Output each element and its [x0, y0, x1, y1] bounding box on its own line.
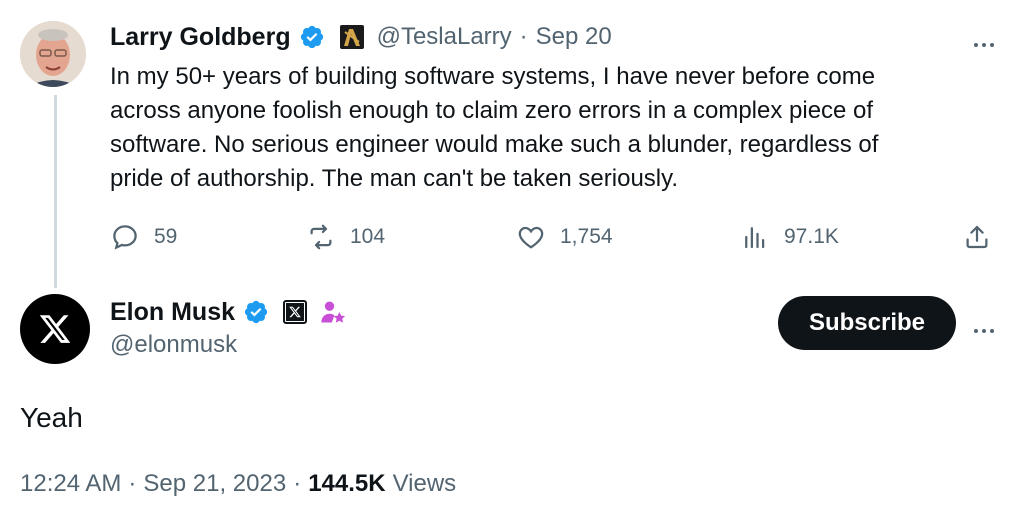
x-badge-icon[interactable] [283, 300, 308, 324]
tweet-header: Larry Goldberg @TeslaLarry · Sep 20 [110, 20, 612, 54]
author-name[interactable]: Elon Musk [110, 298, 235, 327]
avatar[interactable] [20, 294, 90, 364]
avatar-photo [20, 21, 86, 87]
avatar[interactable] [20, 21, 86, 87]
author-handle[interactable]: @elonmusk [110, 331, 237, 359]
verified-icon [244, 300, 268, 324]
views-count[interactable]: 144.5K [308, 470, 385, 498]
like-count: 1,754 [560, 225, 613, 248]
reply-count: 59 [154, 225, 178, 248]
tweet-text-line: software. No serious engineer would make… [110, 131, 879, 158]
retweet-count: 104 [350, 225, 386, 248]
author-name[interactable]: Larry Goldberg [110, 23, 291, 52]
tweet-date[interactable]: Sep 20 [536, 23, 612, 51]
views-button[interactable]: 97.1K [740, 222, 839, 252]
x-logo-icon [39, 315, 71, 343]
reply-icon [113, 225, 137, 250]
more-icon[interactable] [972, 320, 996, 338]
tweet-header: Elon Musk [110, 295, 347, 329]
retweet-icon [310, 224, 332, 250]
retweet-button[interactable]: 104 [306, 222, 385, 252]
more-icon[interactable] [972, 34, 996, 52]
share-button[interactable] [962, 222, 992, 257]
tweet-text: Yeah [20, 402, 83, 433]
separator: · [293, 470, 302, 497]
tweet-time[interactable]: 12:24 AM [20, 470, 121, 498]
verified-icon [300, 25, 323, 49]
views-icon [745, 227, 765, 249]
affiliate-badge-icon[interactable] [339, 24, 365, 50]
separator: · [519, 23, 528, 50]
tweet-text-line: pride of authorship. The man can't be ta… [110, 165, 679, 192]
reply-button[interactable]: 59 [110, 222, 177, 252]
tweet-text: In my 50+ years of building software sys… [110, 60, 990, 196]
tweet-text-line: across anyone foolish enough to claim ze… [110, 97, 874, 124]
person-star-icon[interactable] [319, 298, 347, 326]
like-button[interactable]: 1,754 [516, 222, 613, 252]
tweet-meta: 12:24 AM · Sep 21, 2023 · 144.5K Views [20, 470, 456, 498]
tweet-date[interactable]: Sep 21, 2023 [143, 470, 286, 498]
author-handle[interactable]: @TeslaLarry [377, 23, 512, 51]
like-icon [518, 226, 544, 249]
subscribe-button[interactable]: Subscribe [778, 296, 956, 350]
tweet-text-line: In my 50+ years of building software sys… [110, 63, 876, 90]
views-count: 97.1K [784, 225, 839, 248]
separator: · [128, 470, 137, 497]
share-icon [966, 225, 988, 249]
thread-line [54, 95, 57, 288]
views-label[interactable]: Views [393, 470, 457, 498]
